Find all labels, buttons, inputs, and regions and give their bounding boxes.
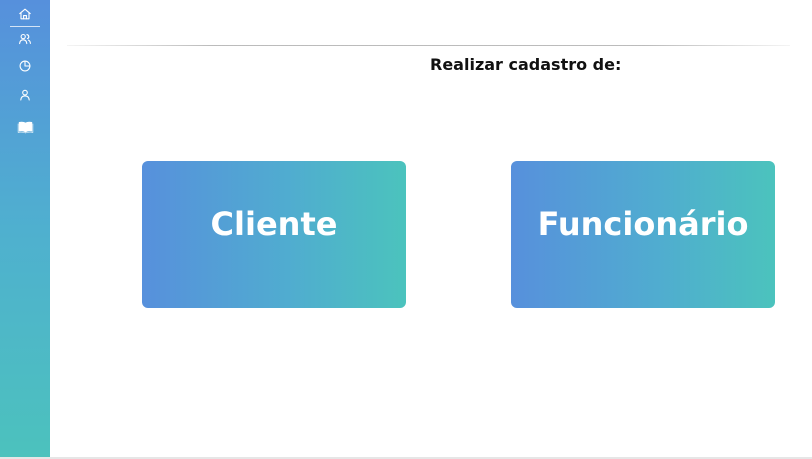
sidebar-item-home[interactable] (0, 3, 50, 27)
header-divider (67, 45, 790, 46)
user-icon (20, 89, 30, 101)
sidebar-item-profile[interactable] (0, 84, 50, 106)
client-card-label: Cliente (210, 204, 338, 243)
home-icon (19, 8, 31, 20)
client-card-button[interactable]: Cliente (142, 161, 406, 308)
employee-card-label: Funcionário (537, 204, 749, 243)
sidebar-item-reports[interactable] (0, 55, 50, 77)
main-content: Realizar cadastro de: Cliente Funcionári… (50, 0, 812, 459)
book-icon (17, 121, 33, 134)
app-root: Realizar cadastro de: Cliente Funcionári… (0, 0, 812, 459)
employee-card-button[interactable]: Funcionário (511, 161, 775, 308)
sidebar (0, 0, 50, 459)
sidebar-item-users[interactable] (0, 28, 50, 50)
page-heading: Realizar cadastro de: (430, 55, 622, 74)
users-icon (19, 33, 31, 45)
sidebar-item-catalog[interactable] (0, 116, 50, 138)
clock-icon (19, 60, 31, 72)
